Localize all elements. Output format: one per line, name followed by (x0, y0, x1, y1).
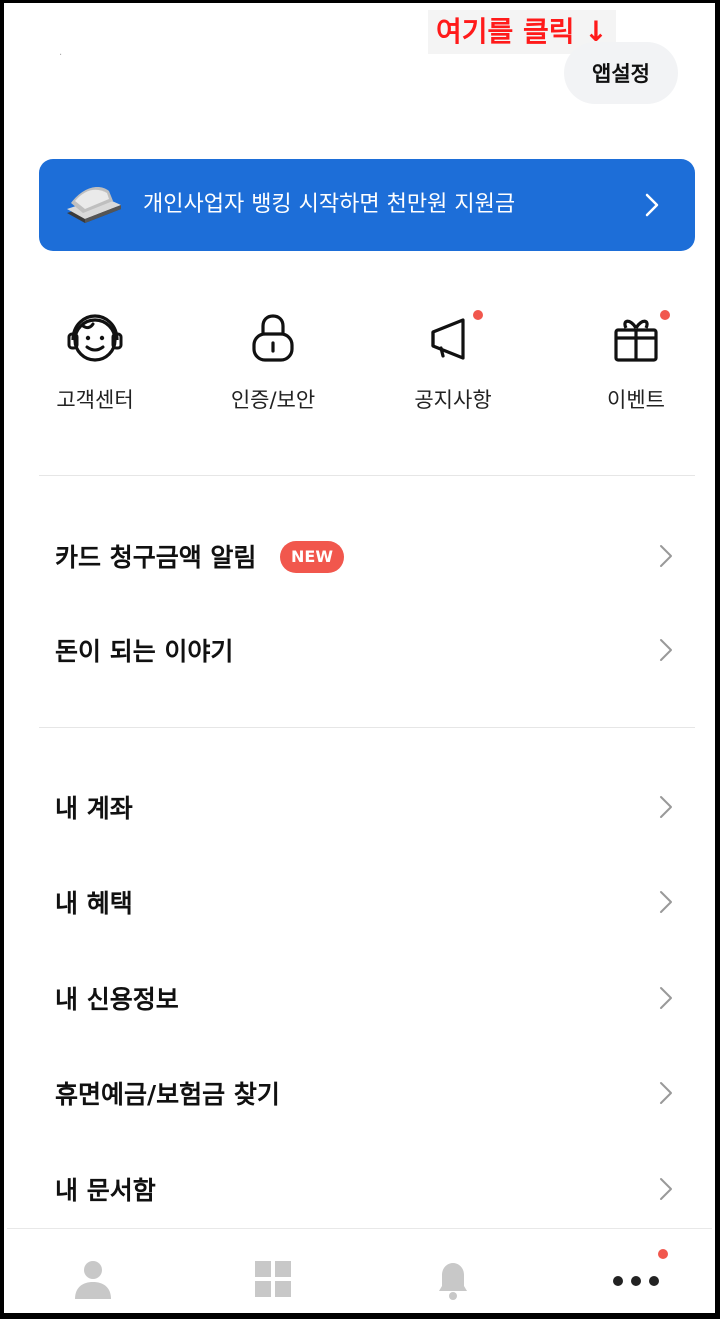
notification-dot (473, 310, 483, 320)
quick-menu-label: 이벤트 (607, 388, 665, 412)
lock-icon (252, 314, 294, 362)
faint-mark: · (59, 50, 63, 61)
quick-menu-events[interactable]: 이벤트 (556, 306, 712, 426)
chevron-right-icon (660, 1082, 672, 1104)
headset-icon (67, 314, 123, 362)
menu-item-card-bill-alert[interactable]: 카드 청구금액 알림 (7, 526, 712, 586)
bell-icon[interactable] (431, 1257, 475, 1301)
chevron-right-icon (660, 796, 672, 818)
menu-item-dormant-deposits[interactable]: 휴면예금/보험금 찾기 (7, 1063, 712, 1123)
menu-item-label: 돈이 되는 이야기 (55, 637, 234, 666)
gift-icon (614, 319, 658, 362)
menu-item-my-benefits[interactable]: 내 혜택 (7, 872, 712, 932)
quick-menu-auth-security[interactable]: 인증/보안 (193, 306, 353, 426)
quick-menu-customer-center[interactable]: 고객센터 (15, 306, 175, 426)
section-divider (39, 475, 695, 476)
notification-dot (660, 310, 670, 320)
section-divider (39, 727, 695, 728)
banner-text: 개인사업자 뱅킹 시작하면 천만원 지원금 (143, 192, 516, 217)
person-icon[interactable] (71, 1257, 115, 1301)
menu-item-my-documents[interactable]: 내 문서함 (7, 1159, 712, 1219)
notification-dot (658, 1249, 668, 1259)
bottom-tab-bar (7, 1228, 712, 1310)
menu-item-money-stories[interactable]: 돈이 되는 이야기 (7, 620, 712, 680)
chevron-right-icon (660, 1178, 672, 1200)
menu-item-label: 내 신용정보 (55, 985, 179, 1014)
more-dots-icon[interactable] (611, 1257, 661, 1301)
menu-item-my-accounts[interactable]: 내 계좌 (7, 777, 712, 837)
app-screen: 여기를 클릭 ↓ · 앱설정 개인사업자 뱅킹 시작하면 천만원 지원금 고객센… (4, 3, 715, 1313)
chevron-right-icon (660, 545, 672, 567)
grid-icon[interactable] (251, 1257, 295, 1301)
quick-menu-label: 공지사항 (414, 388, 492, 412)
menu-item-label: 휴면예금/보험금 찾기 (55, 1080, 280, 1109)
menu-item-label: 내 혜택 (55, 889, 133, 918)
menu-item-label: 카드 청구금액 알림 (55, 543, 257, 572)
menu-item-label: 내 문서함 (55, 1176, 156, 1205)
chevron-right-icon (645, 193, 659, 217)
money-stack-icon (67, 187, 121, 223)
chevron-right-icon (660, 639, 672, 661)
quick-menu-notices[interactable]: 공지사항 (373, 306, 533, 426)
new-badge: NEW (280, 541, 344, 573)
chevron-right-icon (660, 891, 672, 913)
quick-menu-label: 인증/보안 (230, 388, 316, 412)
menu-item-my-credit-info[interactable]: 내 신용정보 (7, 968, 712, 1028)
menu-item-label: 내 계좌 (55, 794, 133, 823)
promo-banner[interactable]: 개인사업자 뱅킹 시작하면 천만원 지원금 (39, 159, 695, 251)
chevron-right-icon (660, 987, 672, 1009)
quick-menu-label: 고객센터 (56, 388, 134, 412)
app-settings-button[interactable]: 앱설정 (564, 42, 678, 104)
